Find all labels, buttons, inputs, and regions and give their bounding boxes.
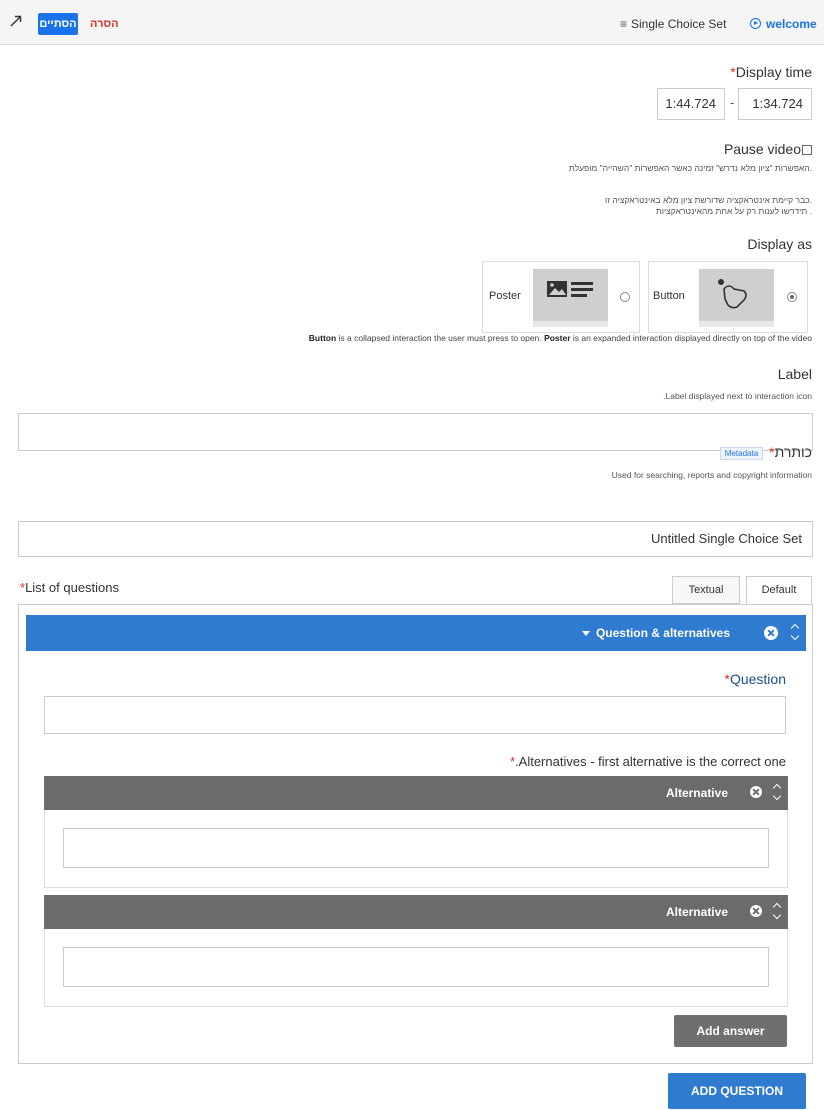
display-as-label: Display as [747, 236, 812, 252]
welcome-label: welcome [766, 17, 817, 31]
list-of-questions-text: List of questions [25, 580, 120, 595]
alternative-input[interactable] [63, 947, 769, 987]
alternative-input[interactable] [63, 828, 769, 868]
pause-video-note: האפשרות "ציון מלא נדרש" זמינה כאשר האפשר… [568, 163, 812, 173]
display-time-label: *Display time [730, 64, 812, 80]
title-input[interactable]: Untitled Single Choice Set [18, 521, 813, 557]
alternative-header[interactable]: Alternative [44, 776, 788, 810]
button-thumbnail [699, 269, 774, 327]
add-question-button[interactable]: ADD QUESTION [668, 1073, 806, 1109]
time-separator: - [730, 95, 735, 110]
help-poster-word: Poster [544, 333, 571, 343]
pause-video-row[interactable]: Pause video [724, 141, 812, 157]
label-input[interactable] [18, 413, 813, 451]
alternative-body [44, 929, 788, 1007]
add-answer-button[interactable]: Add answer [674, 1015, 787, 1047]
display-time-text: Display time [735, 64, 812, 80]
display-as-button-option[interactable]: Button [648, 261, 808, 333]
full-score-note: כבר קיימת אינטראקציה שדורשת ציון מלא באי… [605, 195, 812, 217]
remove-question-icon[interactable] [764, 626, 778, 640]
help-text-1: is a collapsed interaction the user must… [336, 333, 545, 343]
remove-alternative-icon[interactable] [750, 786, 762, 798]
alternative-body [44, 810, 788, 888]
poster-radio[interactable] [620, 292, 630, 302]
thumbnail-bar [533, 321, 608, 327]
remove-alternative-icon[interactable] [750, 905, 762, 917]
alternatives-label-text: .Alternatives - first alternative is the… [515, 754, 786, 769]
display-as-help: Button is a collapsed interaction the us… [309, 333, 812, 343]
alternative-header[interactable]: Alternative [44, 895, 788, 929]
help-button-word: Button [308, 333, 337, 343]
editor-topbar: הסתיים הסרה ≡ Single Choice Set welcome [0, 0, 824, 45]
button-option-label: Button [653, 290, 685, 302]
alternatives-label: *.Alternatives - first alternative is th… [510, 754, 786, 769]
tab-default[interactable]: Default [746, 576, 812, 604]
full-score-note-line2: תידרשו לענות רק על אחת מהאינטראקציות . [655, 206, 812, 216]
display-as-poster-option[interactable]: Poster [482, 261, 640, 333]
question-group-header[interactable]: Question & alternatives [26, 615, 806, 651]
thumbnail-bar [699, 321, 774, 327]
question-label: *Question [725, 671, 787, 687]
full-score-note-line1: כבר קיימת אינטראקציה שדורשת ציון מלא באי… [605, 195, 812, 205]
play-circle-icon [750, 18, 761, 29]
help-text-2: is an expanded interaction displayed dir… [570, 333, 812, 343]
label-field-label: Label [777, 366, 812, 382]
pause-video-label: Pause video [723, 141, 801, 157]
caret-down-icon [581, 631, 590, 637]
reorder-alternative-icon[interactable] [772, 781, 784, 805]
reorder-question-icon[interactable] [790, 621, 802, 645]
hand-pointer-icon [718, 279, 747, 309]
expand-icon[interactable] [9, 14, 23, 28]
question-label-text: Question [729, 671, 786, 687]
button-radio[interactable] [787, 292, 797, 302]
poster-icon [547, 281, 593, 297]
list-of-questions-label: *List of questions [20, 580, 119, 595]
display-time-end-input[interactable]: 1:44.724 [657, 88, 725, 120]
question-group-title[interactable]: Question & alternatives [581, 626, 730, 640]
alternative-title: Alternative [665, 905, 728, 919]
pause-video-checkbox[interactable] [802, 145, 812, 156]
label-field-help: .Label displayed next to interaction ico… [663, 391, 812, 401]
metadata-button[interactable]: Metadata [719, 446, 764, 460]
title-label-text: כותרת [774, 444, 812, 460]
tab-textual[interactable]: Textual [672, 576, 740, 604]
content-type-label: Single Choice Set [631, 17, 727, 31]
reorder-alternative-icon[interactable] [772, 900, 784, 924]
alternative-title: Alternative [665, 786, 728, 800]
question-group-label: Question & alternatives [595, 626, 730, 640]
title-field-label: Metadata *כותרת [719, 444, 812, 460]
remove-button[interactable]: הסרה [90, 13, 119, 35]
breadcrumb-welcome[interactable]: welcome [750, 17, 817, 31]
poster-thumbnail [533, 269, 608, 327]
finish-button[interactable]: הסתיים [38, 13, 78, 35]
display-time-start-input[interactable]: 1:34.724 [738, 88, 812, 120]
poster-option-label: Poster [489, 290, 521, 302]
list-icon: ≡ [620, 17, 628, 31]
title-field-help: Used for searching, reports and copyrigh… [611, 470, 812, 480]
breadcrumb-content-type[interactable]: ≡ Single Choice Set [620, 17, 726, 31]
question-input[interactable] [44, 696, 786, 734]
